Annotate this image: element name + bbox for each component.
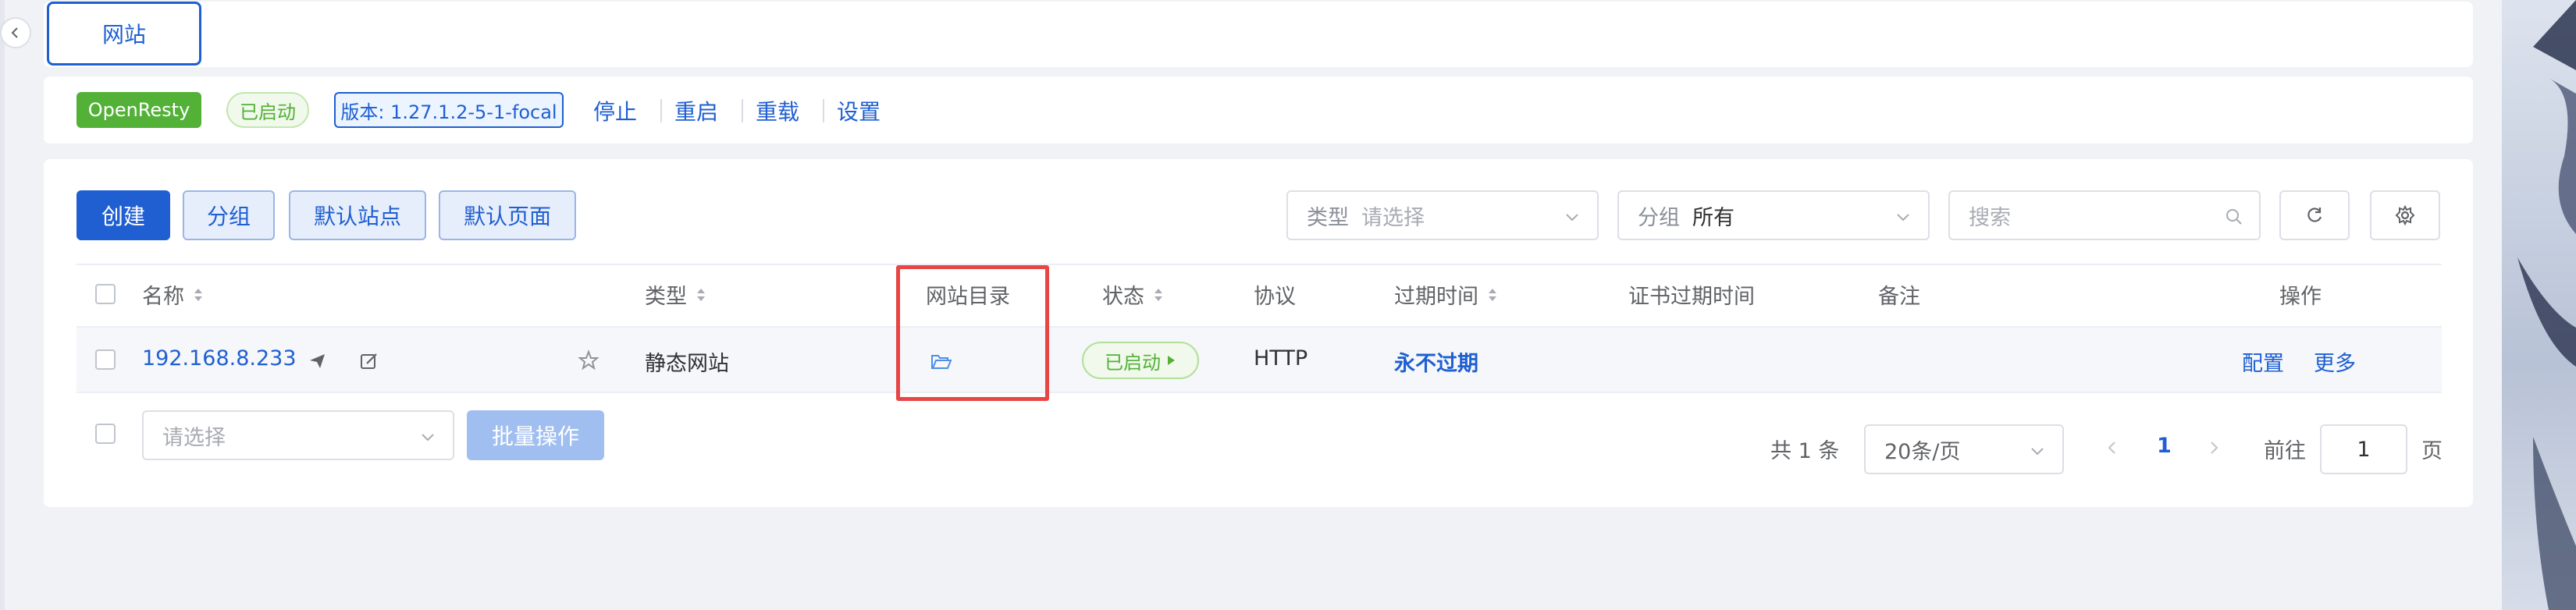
- search-input[interactable]: 搜索: [1948, 190, 2261, 240]
- column-header-remark: 备注: [1878, 279, 1920, 310]
- type-filter-placeholder: 请选择: [1361, 205, 1425, 230]
- divider: [823, 99, 824, 122]
- column-header-expire[interactable]: 过期时间: [1394, 279, 1499, 310]
- site-expire-link[interactable]: 永不过期: [1394, 346, 1478, 377]
- stop-link[interactable]: 停止: [593, 95, 637, 126]
- group-filter-value: 所有: [1692, 205, 1735, 230]
- highlight-box: [896, 265, 1049, 401]
- batch-operation-button[interactable]: 批量操作: [467, 410, 604, 460]
- batch-select-checkbox[interactable]: [95, 424, 116, 444]
- server-name-tag: OpenResty: [76, 92, 201, 128]
- page-size-value: 20条/页: [1884, 439, 1961, 464]
- sort-icon: [1489, 288, 1496, 301]
- column-header-name[interactable]: 名称: [142, 279, 205, 310]
- prev-page-icon[interactable]: [2106, 440, 2119, 456]
- search-icon: [2226, 209, 2242, 225]
- next-page-icon[interactable]: [2208, 440, 2220, 456]
- tab-website[interactable]: 网站: [47, 2, 201, 66]
- site-protocol: HTTP: [1254, 346, 1308, 371]
- group-button[interactable]: 分组: [183, 190, 275, 240]
- chevron-down-icon: [422, 434, 434, 442]
- search-placeholder: 搜索: [1969, 205, 2011, 230]
- row-checkbox[interactable]: [95, 349, 116, 370]
- background-artwork: [2502, 0, 2576, 610]
- sort-icon: [1155, 288, 1162, 301]
- divider: [742, 99, 743, 122]
- column-label: 证书过期时间: [1628, 285, 1755, 309]
- play-icon: [1168, 356, 1175, 365]
- site-type: 静态网站: [645, 352, 729, 376]
- batch-action-select[interactable]: 请选择: [142, 410, 454, 460]
- column-label: 操作: [2279, 285, 2322, 309]
- more-link[interactable]: 更多: [2314, 346, 2356, 377]
- table-settings-button[interactable]: [2370, 190, 2440, 240]
- refresh-icon: [2307, 207, 2322, 222]
- chevron-down-icon: [2031, 448, 2044, 456]
- goto-label: 前往: [2264, 439, 2306, 463]
- type-filter-select[interactable]: 类型 请选择: [1286, 190, 1599, 240]
- group-filter-label: 分组: [1638, 205, 1680, 230]
- column-label: 状态: [1102, 285, 1144, 309]
- divider: [76, 264, 2442, 265]
- configure-link[interactable]: 配置: [2242, 346, 2284, 377]
- chevron-left-icon: [11, 27, 18, 38]
- column-label: 类型: [645, 285, 687, 309]
- default-site-button[interactable]: 默认站点: [289, 190, 426, 240]
- divider: [76, 392, 2442, 393]
- default-page-button[interactable]: 默认页面: [439, 190, 576, 240]
- current-page[interactable]: 1: [2157, 434, 2172, 458]
- page-size-select[interactable]: 20条/页: [1864, 424, 2064, 474]
- divider: [660, 99, 662, 122]
- column-header-cert-expire: 证书过期时间: [1628, 279, 1755, 310]
- sort-icon: [194, 288, 202, 301]
- settings-link[interactable]: 设置: [837, 95, 881, 126]
- server-state-badge: 已启动: [226, 92, 309, 128]
- column-label: 名称: [142, 285, 184, 309]
- type-filter-label: 类型: [1307, 205, 1349, 230]
- chevron-down-icon: [1566, 214, 1578, 222]
- star-icon[interactable]: [578, 349, 600, 371]
- site-name-link[interactable]: 192.168.8.233: [142, 346, 297, 371]
- column-header-actions: 操作: [2279, 279, 2322, 310]
- batch-action-placeholder: 请选择: [162, 425, 226, 450]
- refresh-button[interactable]: [2279, 190, 2350, 240]
- goto-page-input[interactable]: 1: [2320, 424, 2407, 474]
- column-label: 协议: [1254, 285, 1296, 309]
- server-version-tag: 版本: 1.27.1.2-5-1-focal: [334, 92, 564, 128]
- tab-bar: [44, 2, 2473, 67]
- divider: [76, 326, 2442, 328]
- left-rail: [0, 0, 5, 610]
- sort-icon: [697, 288, 705, 301]
- select-all-checkbox[interactable]: [95, 284, 116, 304]
- column-header-status[interactable]: 状态: [1102, 279, 1165, 310]
- create-button[interactable]: 创建: [76, 190, 170, 240]
- column-label: 备注: [1878, 285, 1920, 309]
- send-icon[interactable]: [308, 351, 328, 371]
- column-header-protocol: 协议: [1254, 279, 1296, 310]
- pagination-total: 共 1 条: [1770, 439, 1840, 463]
- gear-icon: [2395, 205, 2415, 225]
- restart-link[interactable]: 重启: [674, 95, 718, 126]
- chevron-down-icon: [1897, 214, 1909, 222]
- column-label: 过期时间: [1394, 285, 1478, 309]
- reload-link[interactable]: 重载: [756, 95, 799, 126]
- edit-icon[interactable]: [359, 351, 379, 371]
- collapse-sidebar-button[interactable]: [0, 17, 31, 48]
- column-header-type[interactable]: 类型: [645, 279, 707, 310]
- page-suffix: 页: [2421, 439, 2443, 463]
- site-status-badge[interactable]: 已启动: [1082, 342, 1199, 379]
- group-filter-select[interactable]: 分组 所有: [1617, 190, 1930, 240]
- site-status-text: 已启动: [1105, 351, 1161, 374]
